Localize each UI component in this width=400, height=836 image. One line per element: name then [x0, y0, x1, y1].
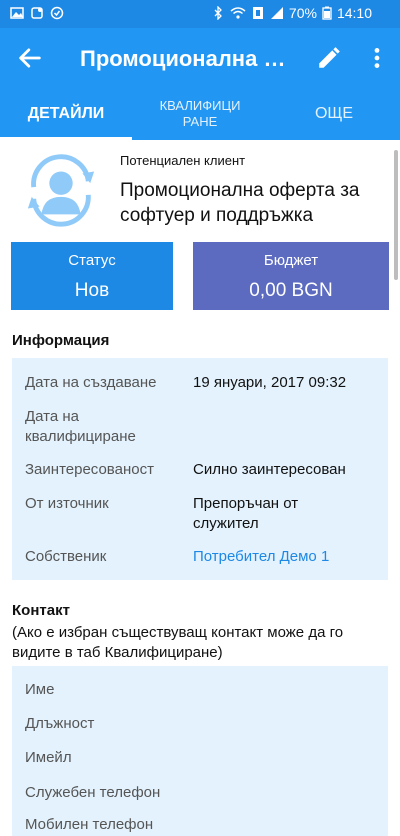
status-card[interactable]: Статус Нов [11, 242, 173, 310]
status-label: Статус [68, 252, 116, 269]
contact-row-label: Служебен телефон [25, 784, 161, 801]
lead-name: Промоционална оферта за софтуер и поддръ… [120, 180, 360, 226]
lead-type: Потенциален клиент [120, 153, 246, 168]
tab-qualification[interactable]: КВАЛИФИЦИРАНЕ [132, 88, 268, 140]
tab-qualification-label: КВАЛИФИЦИРАНЕ [159, 98, 241, 129]
scrollbar-thumb[interactable] [394, 150, 398, 280]
edit-pencil-icon[interactable] [316, 45, 342, 71]
avatar-convert-icon [27, 154, 95, 227]
info-row-label: Заинтересованост [25, 461, 154, 478]
clock: 14:10 [336, 5, 372, 21]
image-icon [10, 7, 24, 19]
info-row-value: Препоръчан от служител [193, 495, 299, 532]
info-row-label: Дата на квалифициране [25, 408, 136, 445]
owner-link[interactable]: Потребител Демо 1 [193, 547, 373, 567]
battery-icon [322, 6, 332, 20]
contact-row-label: Мобилен телефон [25, 816, 154, 833]
budget-card[interactable]: Бюджет 0,00 BGN [193, 242, 389, 310]
contact-note: (Ако е избран съществуващ контакт може д… [12, 624, 344, 661]
contact-row-label: Име [25, 681, 55, 698]
info-row-value: 19 януари, 2017 09:32 [193, 374, 347, 391]
tab-bar: ДЕТАЙЛИ КВАЛИФИЦИРАНЕ ОЩЕ [0, 88, 400, 140]
contact-section-title: Контакт [12, 602, 70, 619]
tab-indicator [0, 137, 132, 140]
app-bar: Промоционална о... [0, 28, 400, 88]
page-title: Промоционална о... [80, 46, 290, 71]
info-row-label: Собственик [25, 548, 107, 565]
contact-row-label: Имейл [25, 749, 72, 766]
info-row-value: Силно заинтересован [193, 461, 346, 478]
notification-icon [31, 7, 43, 19]
back-arrow-icon[interactable] [16, 44, 44, 72]
info-row-label: От източник [25, 495, 109, 512]
status-bar: 70% 14:10 [0, 0, 400, 28]
budget-value: 0,00 BGN [249, 280, 333, 301]
tab-details[interactable]: ДЕТАЙЛИ [0, 88, 132, 140]
battery-percent: 70% [288, 5, 317, 21]
wifi-icon [230, 7, 246, 19]
more-vert-icon[interactable] [364, 45, 390, 71]
status-value: Нов [74, 280, 110, 301]
contact-row-label: Длъжност [25, 715, 95, 732]
budget-label: Бюджет [263, 252, 319, 269]
sim-card-icon [252, 7, 263, 19]
info-row-label: Дата на създаване [25, 374, 157, 391]
signal-icon [270, 7, 283, 19]
info-section-title: Информация [12, 332, 110, 349]
bluetooth-icon [214, 6, 222, 20]
sync-check-icon [50, 6, 64, 20]
tab-more[interactable]: ОЩЕ [268, 88, 400, 140]
